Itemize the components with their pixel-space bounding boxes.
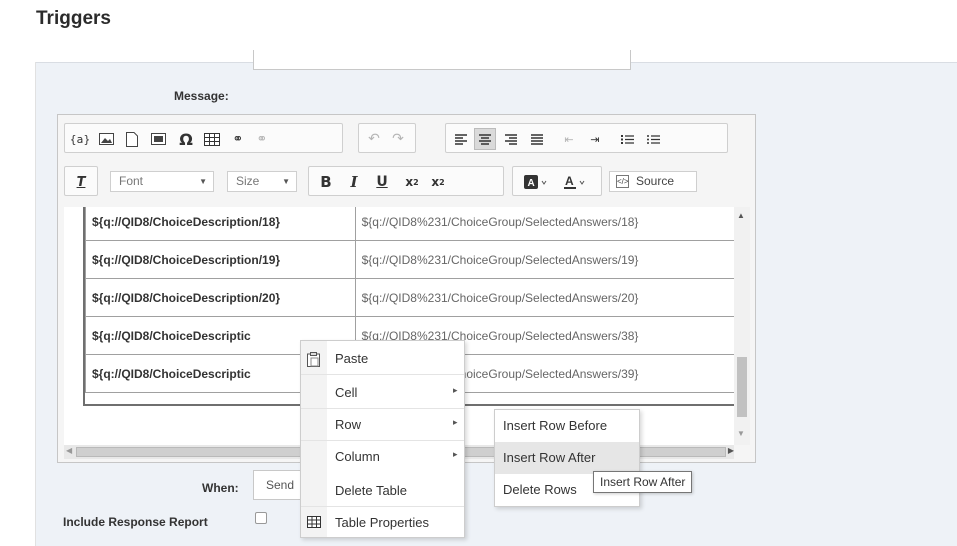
menu-item-label: Cell <box>335 385 358 400</box>
menu-item-label: Table Properties <box>335 515 429 530</box>
size-select[interactable]: Size ▼ <box>227 171 297 192</box>
page-icon[interactable] <box>121 128 143 150</box>
indent-icon[interactable]: ⇥ <box>584 128 606 150</box>
remove-format-icon[interactable]: T <box>70 171 92 193</box>
source-button[interactable]: </> Source <box>609 171 697 192</box>
menu-item-cell[interactable]: Cell ▸ <box>301 377 464 409</box>
table-cell[interactable]: ${q://QID8%231/ChoiceGroup/SelectedAnswe… <box>354 278 749 317</box>
unlink-icon[interactable]: ⚭ <box>251 128 273 150</box>
redo-icon[interactable]: ↷ <box>387 128 409 150</box>
menu-item-column[interactable]: Column ▸ <box>301 441 464 473</box>
toolbar-group-clear: T <box>64 166 98 196</box>
subject-input[interactable] <box>253 50 631 70</box>
link-icon[interactable]: ⚭ <box>227 128 249 150</box>
submenu-arrow-icon: ▸ <box>453 385 458 395</box>
toolbar-group-style: B I U x2 x2 <box>308 166 504 196</box>
subscript-icon[interactable]: x2 <box>401 171 423 193</box>
align-left-icon[interactable] <box>450 128 472 150</box>
menu-item-insert-row-after[interactable]: Insert Row After <box>495 442 639 474</box>
toolbar-group-align: ⇤ ⇥ <box>445 123 728 153</box>
svg-text:A: A <box>565 175 574 188</box>
toolbar-group-history: ↶ ↷ <box>358 123 416 153</box>
when-label: When: <box>202 481 239 495</box>
justify-icon[interactable] <box>526 128 548 150</box>
menu-item-label: Paste <box>335 351 369 366</box>
menu-item-label: Insert Row Before <box>503 418 608 433</box>
table-cell[interactable]: ${q://QID8/ChoiceDescription/18} <box>85 207 356 241</box>
scroll-up-icon[interactable]: ▲ <box>737 211 745 220</box>
background-color-icon[interactable]: A <box>519 171 553 193</box>
align-right-icon[interactable] <box>500 128 522 150</box>
menu-item-label: Delete Table <box>335 483 408 498</box>
scroll-down-icon[interactable]: ▼ <box>737 429 745 438</box>
size-select-label: Size <box>236 174 260 188</box>
scroll-right-icon[interactable]: ▶ <box>728 446 734 455</box>
vertical-scrollbar[interactable]: ▲ ▼ <box>734 207 750 445</box>
table-row: ${q://QID8/ChoiceDescription/19} ${q://Q… <box>85 240 749 279</box>
table-icon <box>307 516 321 530</box>
bold-button[interactable]: B <box>315 171 337 193</box>
menu-item-label: Row <box>335 417 362 432</box>
undo-icon[interactable]: ↶ <box>363 128 385 150</box>
table-cell[interactable]: ${q://QID8/ChoiceDescription/20} <box>85 278 356 317</box>
source-button-label: Source <box>636 174 675 188</box>
italic-button[interactable]: I <box>343 171 365 193</box>
underline-button[interactable]: U <box>371 171 393 193</box>
bulleted-list-icon[interactable] <box>642 128 664 150</box>
menu-item-paste[interactable]: Paste <box>301 343 464 375</box>
numbered-list-icon[interactable] <box>616 128 638 150</box>
table-row: ${q://QID8/ChoiceDescription/18} ${q://Q… <box>85 207 749 241</box>
font-select[interactable]: Font ▼ <box>110 171 214 192</box>
menu-item-label: Insert Row After <box>503 450 596 465</box>
table-row: ${q://QID8/ChoiceDescription/20} ${q://Q… <box>85 278 749 317</box>
image-icon[interactable] <box>95 128 117 150</box>
omega-icon[interactable]: Ω <box>175 128 197 150</box>
tooltip: Insert Row After <box>593 471 693 493</box>
menu-item-table-properties[interactable]: Table Properties <box>301 507 464 539</box>
submenu-arrow-icon: ▸ <box>453 449 458 459</box>
chevron-down-icon: ▼ <box>199 177 207 186</box>
message-label: Message: <box>174 89 229 103</box>
submenu-arrow-icon: ▸ <box>453 417 458 427</box>
include-response-report-label: Include Response Report <box>63 515 208 529</box>
menu-item-label: Column <box>335 449 380 464</box>
table-icon[interactable] <box>201 128 223 150</box>
table-context-menu: Paste Cell ▸ Row ▸ Column ▸ Delete Table… <box>300 340 465 538</box>
text-color-icon[interactable]: A <box>559 171 593 193</box>
chevron-down-icon: ▼ <box>282 177 290 186</box>
source-icon: </> <box>616 175 629 188</box>
include-response-report-checkbox[interactable] <box>255 512 267 524</box>
toolbar-group-insert: {a} Ω ⚭ ⚭ <box>64 123 343 153</box>
toolbar-group-color: A A <box>512 166 602 196</box>
menu-item-delete-table[interactable]: Delete Table <box>301 475 464 507</box>
table-cell[interactable]: ${q://QID8/ChoiceDescription/19} <box>85 240 356 279</box>
superscript-icon[interactable]: x2 <box>427 171 449 193</box>
table-cell[interactable]: ${q://QID8%231/ChoiceGroup/SelectedAnswe… <box>354 207 749 241</box>
left-gutter <box>0 62 36 546</box>
menu-item-insert-row-before[interactable]: Insert Row Before <box>495 410 639 442</box>
menu-item-row[interactable]: Row ▸ <box>301 409 464 441</box>
font-select-label: Font <box>119 174 144 188</box>
menu-item-label: Delete Rows <box>503 482 577 497</box>
insert-placeholder-button[interactable]: {a} <box>69 128 91 150</box>
outdent-icon[interactable]: ⇤ <box>558 128 580 150</box>
svg-text:A: A <box>528 178 535 189</box>
page-title: Triggers <box>36 8 111 29</box>
paste-icon <box>307 352 321 367</box>
align-center-icon[interactable] <box>474 128 496 150</box>
table-cell[interactable]: ${q://QID8%231/ChoiceGroup/SelectedAnswe… <box>354 240 749 279</box>
media-icon[interactable] <box>147 128 169 150</box>
scrollbar-thumb[interactable] <box>737 357 747 417</box>
scroll-left-icon[interactable]: ◀ <box>66 446 72 455</box>
